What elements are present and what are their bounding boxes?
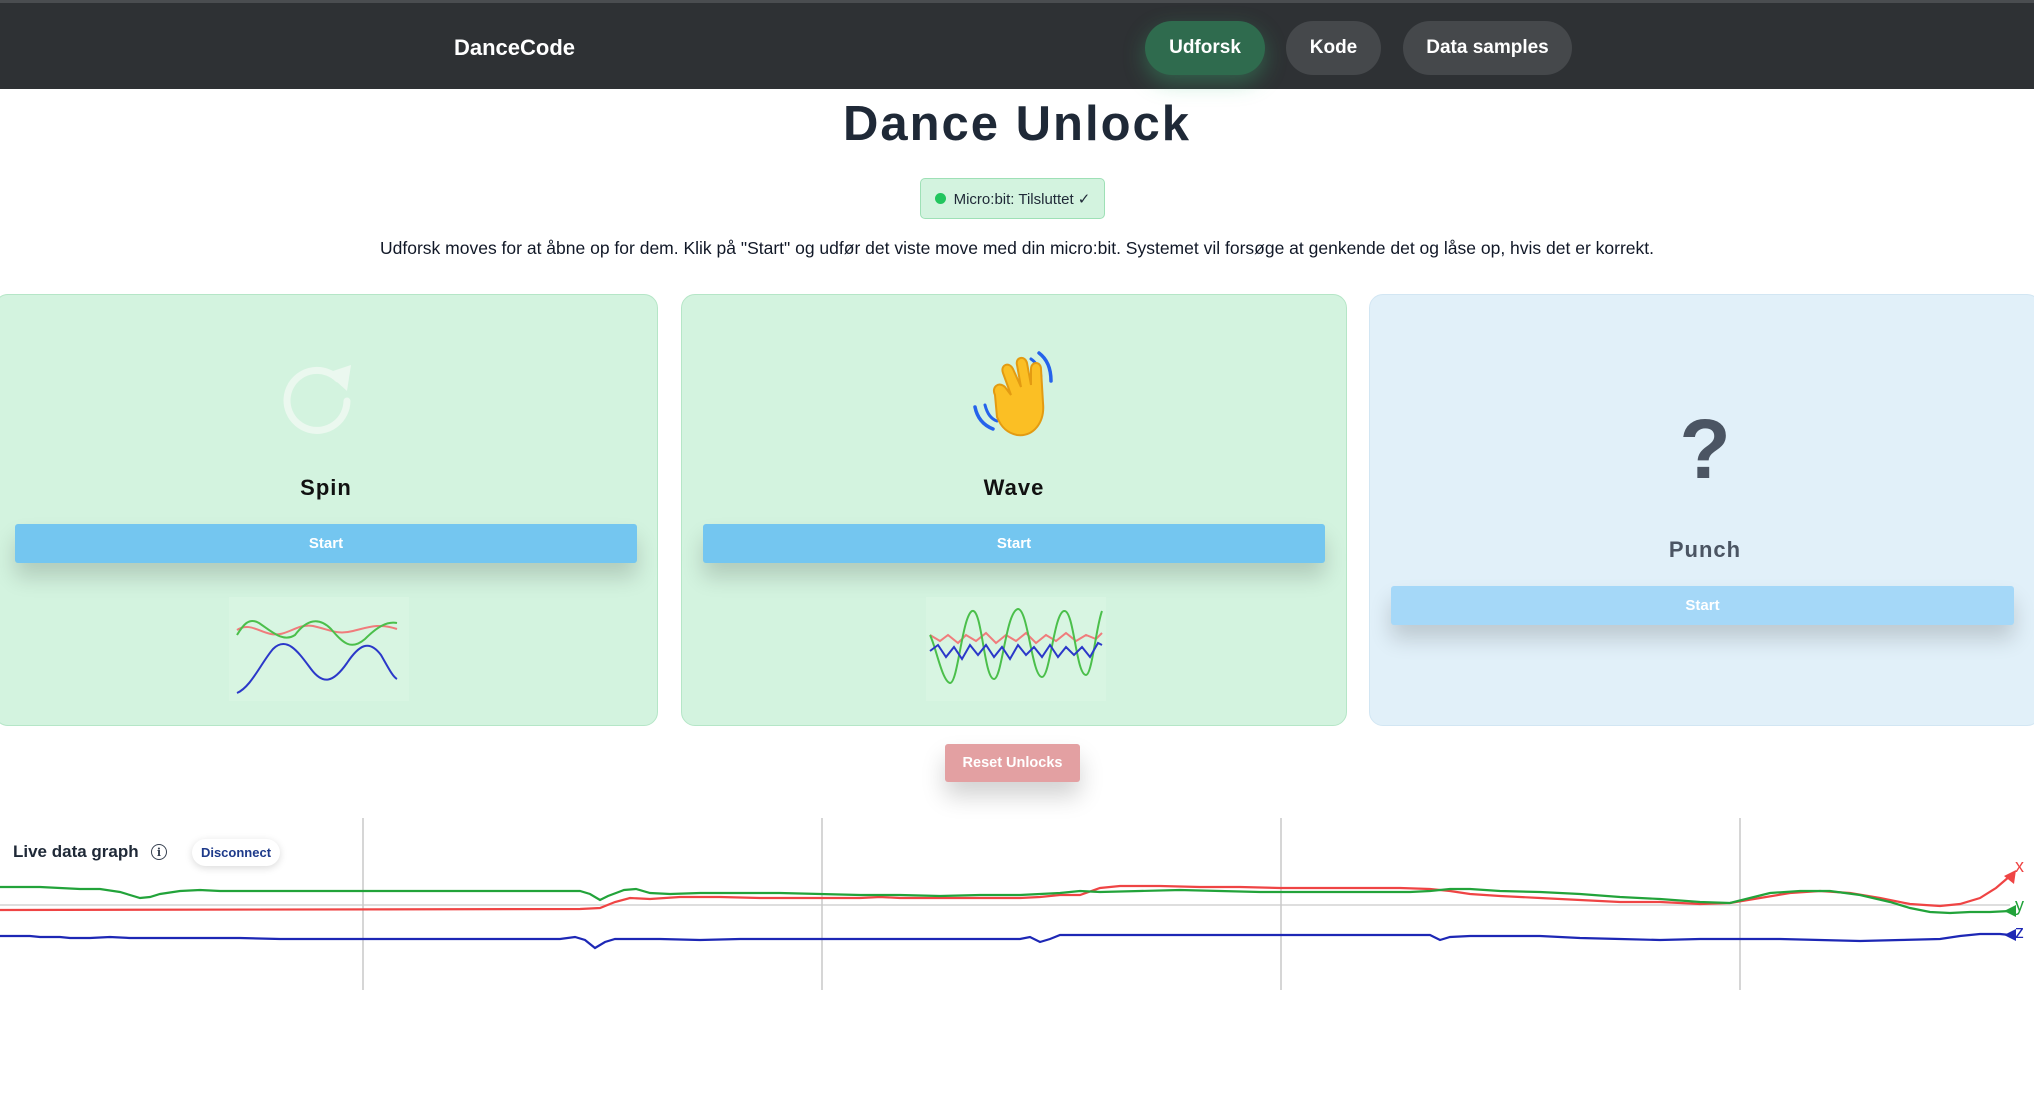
waving-hand-icon — [973, 351, 1053, 437]
disconnect-button[interactable]: Disconnect — [192, 839, 280, 866]
page-title: Dance Unlock — [842, 97, 1192, 151]
nav-data-samples[interactable]: Data samples — [1403, 21, 1572, 75]
axis-label-x: x — [2015, 856, 2024, 876]
move-card-wave: Wave Start — [681, 294, 1347, 726]
axis-label-y: y — [2015, 895, 2024, 915]
intro-text: Udforsk moves for at åbne op for dem. Kl… — [380, 238, 1654, 258]
status-text: Micro:bit: Tilsluttet ✓ — [953, 190, 1091, 208]
question-mark-icon: ? — [1679, 402, 1731, 496]
start-button-spin[interactable]: Start — [15, 524, 637, 563]
live-data-graph — [0, 818, 2016, 990]
info-icon[interactable]: i — [151, 844, 167, 860]
brand-logo[interactable]: DanceCode — [454, 35, 575, 61]
spin-icon — [283, 365, 351, 434]
connection-status-badge: Micro:bit: Tilsluttet ✓ — [920, 178, 1105, 219]
status-dot-icon — [934, 193, 946, 204]
live-graph-label: Live data graph — [13, 842, 139, 861]
nav-kode[interactable]: Kode — [1286, 21, 1381, 75]
reset-unlocks-button[interactable]: Reset Unlocks — [945, 744, 1080, 782]
spin-sample-graph — [229, 597, 409, 701]
series-z-line — [0, 932, 2011, 950]
top-nav-bar: DanceCode Udforsk Kode Data samples — [0, 0, 2034, 89]
wave-sample-graph — [926, 597, 1106, 701]
axis-label-z: z — [2015, 922, 2024, 942]
move-name-spin: Spin — [300, 475, 352, 500]
move-name-wave: Wave — [983, 475, 1045, 500]
start-button-wave[interactable]: Start — [703, 524, 1325, 563]
nav-udforsk[interactable]: Udforsk — [1145, 21, 1265, 75]
move-card-punch: ? Punch Start — [1369, 294, 2034, 726]
move-card-spin: Spin Start — [0, 294, 658, 726]
move-name-punch: Punch — [1668, 537, 1742, 562]
start-button-punch[interactable]: Start — [1391, 586, 2014, 625]
